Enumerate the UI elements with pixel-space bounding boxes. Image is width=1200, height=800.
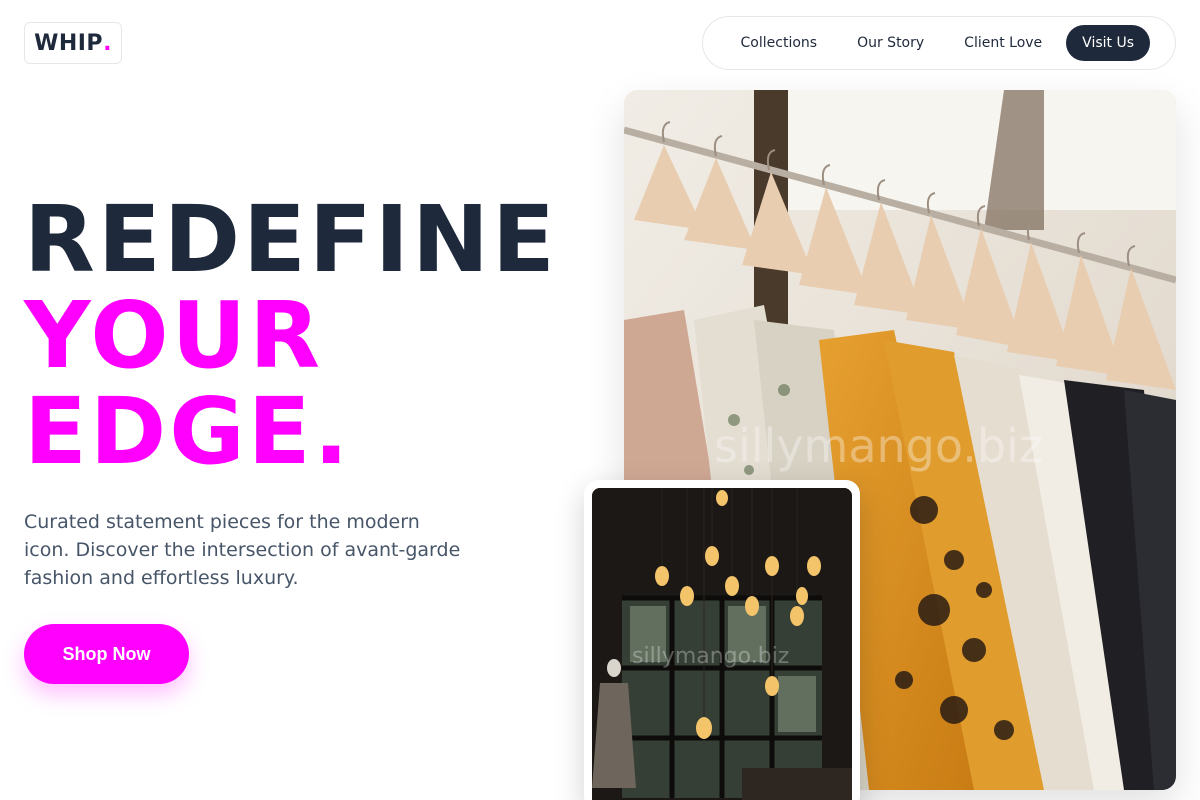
main-nav: Collections Our Story Client Love Visit …	[702, 16, 1176, 70]
nav-our-story[interactable]: Our Story	[837, 25, 944, 61]
headline-line-2: YOUR	[24, 282, 324, 389]
nav-visit-us-button[interactable]: Visit Us	[1066, 25, 1150, 61]
boutique-interior-card: sillymango.biz	[584, 480, 860, 800]
hero-subtitle: Curated statement pieces for the modern …	[24, 511, 461, 589]
brand-dot: .	[103, 30, 112, 56]
shop-now-button[interactable]: Shop Now	[24, 624, 189, 684]
boutique-interior-image: sillymango.biz	[592, 488, 852, 800]
headline-line-3: EDGE.	[24, 378, 352, 485]
brand-name: WHIP	[34, 30, 104, 56]
nav-client-love[interactable]: Client Love	[944, 25, 1062, 61]
headline-line-1: REDEFINE	[24, 186, 558, 293]
image-watermark: sillymango.biz	[714, 419, 1043, 473]
brand-logo[interactable]: WHIP.	[24, 22, 122, 64]
nav-collections[interactable]: Collections	[721, 25, 838, 61]
inset-watermark: sillymango.biz	[632, 644, 789, 669]
page: WHIP. Collections Our Story Client Love …	[0, 0, 1200, 800]
hero-headline: REDEFINE YOUR EDGE.	[24, 192, 558, 480]
